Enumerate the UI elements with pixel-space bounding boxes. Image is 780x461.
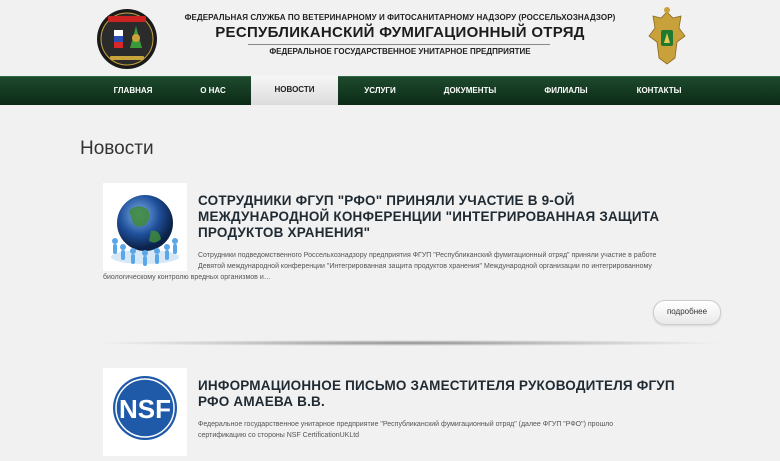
org-type: ФЕДЕРАЛЬНОЕ ГОСУДАРСТВЕННОЕ УНИТАРНОЕ ПР… [269,47,531,56]
nav-item-contacts[interactable]: КОНТАКТЫ [626,77,692,105]
nsf-logo-icon: NSF [113,376,177,440]
nav-item-branches[interactable]: ФИЛИАЛЫ [535,77,597,105]
nav-item-news[interactable]: НОВОСТИ [251,76,338,105]
news-excerpt-line: сертификацию со стороны NSF Certificatio… [198,432,360,439]
news-excerpt-line: Федеральное государственное унитарное пр… [198,421,614,428]
rosselkhoznadzor-logo[interactable] [96,8,158,70]
news-item: NSF ИНФОРМАЦИОННОЕ ПИСЬМО ЗАМЕСТИТЕЛЯ РУ… [103,368,723,456]
globe-people-icon [111,195,179,266]
nsf-logo-text: NSF [119,394,171,424]
nav-item-home[interactable]: ГЛАВНАЯ [102,77,164,105]
agency-name: ФЕДЕРАЛЬНАЯ СЛУЖБА ПО ВЕТЕРИНАРНОМУ И ФИ… [184,13,616,22]
coat-of-arms-icon [648,7,686,65]
page-title: Новости [80,138,154,159]
news-item: СОТРУДНИКИ ФГУП "РФО" ПРИНЯЛИ УЧАСТИЕ В … [103,183,723,333]
news-excerpt-line: Сотрудники подведомственного Россельхозн… [198,252,657,259]
site-title: РЕСПУБЛИКАНСКИЙ ФУМИГАЦИОННЫЙ ОТРЯД [215,24,585,41]
news-thumbnail[interactable] [103,183,187,271]
main-nav: ГЛАВНАЯ О НАС НОВОСТИ УСЛУГИ ДОКУМЕНТЫ Ф… [0,76,780,105]
read-more-button[interactable]: подробнее [653,300,721,325]
news-thumbnail[interactable]: NSF [103,368,187,456]
news-title[interactable]: СОТРУДНИКИ ФГУП "РФО" ПРИНЯЛИ УЧАСТИЕ В … [198,193,698,241]
nav-item-documents[interactable]: ДОКУМЕНТЫ [434,77,506,105]
news-title[interactable]: ИНФОРМАЦИОННОЕ ПИСЬМО ЗАМЕСТИТЕЛЯ РУКОВО… [198,378,698,410]
news-excerpt-line: биологическому контролю вредных организм… [103,274,271,281]
nav-item-services[interactable]: УСЛУГИ [352,77,408,105]
news-excerpt-line: Девятой международной конференции "Интег… [198,263,652,270]
nav-item-about[interactable]: О НАС [188,77,238,105]
news-divider [100,340,720,346]
site-header: ФЕДЕРАЛЬНАЯ СЛУЖБА ПО ВЕТЕРИНАРНОМУ И ФИ… [0,0,780,76]
header-divider [248,44,550,45]
